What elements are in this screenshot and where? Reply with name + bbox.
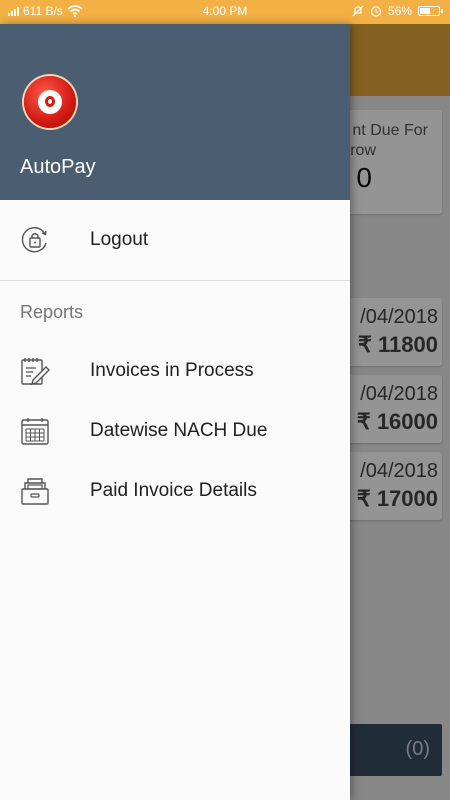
menu-divider (0, 280, 350, 281)
alarm-icon (370, 6, 382, 17)
status-bar: 611 B/s 4:00 PM 56% (0, 0, 450, 24)
logout-label: Logout (90, 229, 149, 250)
invoices-in-process-label: Invoices in Process (90, 360, 254, 381)
status-right: 56% (352, 4, 443, 18)
datewise-nach-due-label: Datewise NACH Due (90, 420, 268, 441)
invoices-in-process-item[interactable]: Invoices in Process (0, 343, 350, 399)
drawer-header: AutoPay (0, 24, 350, 200)
navigation-drawer: AutoPay Logout Reports Invoices in Proce… (0, 24, 350, 800)
battery-icon (418, 6, 443, 16)
app-logo (24, 76, 76, 128)
paid-invoice-details-label: Paid Invoice Details (90, 480, 257, 501)
reports-heading: Reports (20, 302, 84, 322)
logout-lock-icon (21, 227, 47, 253)
edit-document-icon (21, 358, 50, 385)
calendar-icon (21, 418, 49, 445)
app-name: AutoPay (20, 156, 96, 178)
mute-icon (352, 5, 364, 17)
paid-invoice-details-item[interactable]: Paid Invoice Details (0, 463, 350, 519)
battery-percent: 56% (387, 4, 412, 18)
logout-menu-item[interactable]: Logout (0, 212, 350, 268)
datewise-nach-due-item[interactable]: Datewise NACH Due (0, 403, 350, 459)
archive-box-icon (21, 478, 49, 505)
